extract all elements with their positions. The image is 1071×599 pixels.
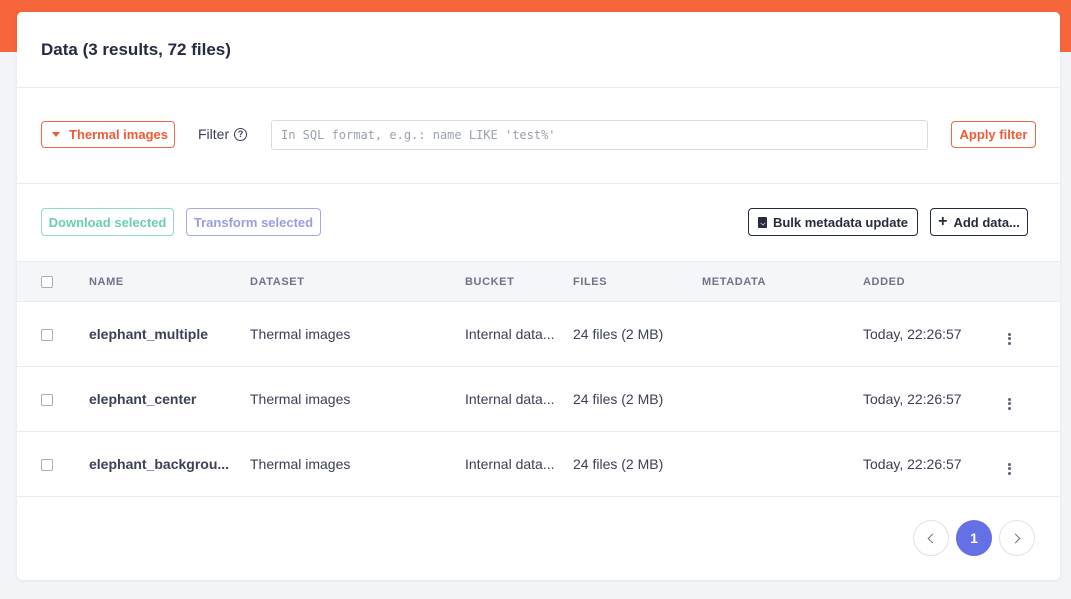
more-vertical-icon[interactable] bbox=[1002, 462, 1016, 476]
card-header: Data (3 results, 72 files) bbox=[17, 12, 1060, 88]
row-bucket: Internal data... bbox=[465, 456, 555, 472]
row-metadata bbox=[702, 432, 863, 497]
transform-selected-button[interactable]: Transform selected bbox=[186, 208, 321, 236]
row-dataset: Thermal images bbox=[250, 456, 351, 472]
row-added: Today, 22:26:57 bbox=[863, 326, 962, 342]
table-row[interactable]: elephant_backgrou... Thermal images Inte… bbox=[17, 432, 1060, 497]
table-row[interactable]: elephant_center Thermal images Internal … bbox=[17, 367, 1060, 432]
page-number-button[interactable]: 1 bbox=[956, 520, 992, 556]
row-checkbox[interactable] bbox=[41, 329, 53, 342]
column-header-name[interactable]: NAME bbox=[89, 262, 250, 302]
row-checkbox[interactable] bbox=[41, 394, 53, 407]
row-name[interactable]: elephant_center bbox=[89, 391, 234, 407]
actions-row: Download selected Transform selected Bul… bbox=[17, 184, 1060, 261]
download-selected-button[interactable]: Download selected bbox=[41, 208, 174, 236]
row-bucket: Internal data... bbox=[465, 326, 555, 342]
row-files: 24 files (2 MB) bbox=[573, 391, 664, 407]
row-checkbox[interactable] bbox=[41, 459, 53, 472]
next-page-button[interactable] bbox=[999, 520, 1035, 556]
chevron-left-icon bbox=[927, 533, 938, 543]
filter-label-text: Filter bbox=[198, 126, 230, 142]
data-table: NAME DATASET BUCKET FILES METADATA ADDED… bbox=[17, 261, 1060, 497]
column-header-metadata[interactable]: METADATA bbox=[702, 262, 863, 302]
table-row[interactable]: elephant_multiple Thermal images Interna… bbox=[17, 302, 1060, 367]
select-all-checkbox[interactable] bbox=[41, 275, 53, 288]
question-circle-icon[interactable]: ? bbox=[234, 127, 248, 141]
column-header-added[interactable]: ADDED bbox=[863, 262, 1002, 302]
more-vertical-icon[interactable] bbox=[1002, 332, 1016, 346]
row-metadata bbox=[702, 367, 863, 432]
dataset-dropdown-label: Thermal images bbox=[69, 127, 168, 142]
more-vertical-icon[interactable] bbox=[1002, 397, 1016, 411]
page-title: Data (3 results, 72 files) bbox=[41, 39, 231, 59]
table-header-row: NAME DATASET BUCKET FILES METADATA ADDED bbox=[17, 261, 1060, 302]
dataset-dropdown[interactable]: Thermal images bbox=[41, 121, 175, 148]
row-bucket: Internal data... bbox=[465, 391, 555, 407]
chevron-right-icon bbox=[1010, 533, 1021, 543]
filter-row: Thermal images Filter ? Apply filter bbox=[17, 88, 1060, 184]
column-header-dataset[interactable]: DATASET bbox=[250, 262, 465, 302]
row-name[interactable]: elephant_multiple bbox=[89, 326, 234, 342]
row-files: 24 files (2 MB) bbox=[573, 456, 664, 472]
add-data-button[interactable]: + Add data... bbox=[930, 208, 1028, 236]
filter-label: Filter ? bbox=[198, 126, 248, 142]
sql-filter-input[interactable] bbox=[271, 120, 928, 150]
previous-page-button[interactable] bbox=[913, 520, 949, 556]
row-added: Today, 22:26:57 bbox=[863, 391, 962, 407]
caret-down-icon bbox=[52, 132, 60, 137]
row-added: Today, 22:26:57 bbox=[863, 456, 962, 472]
row-metadata bbox=[702, 302, 863, 367]
data-card: Data (3 results, 72 files) Thermal image… bbox=[17, 12, 1060, 580]
apply-filter-button[interactable]: Apply filter bbox=[951, 121, 1036, 148]
row-files: 24 files (2 MB) bbox=[573, 326, 664, 342]
row-dataset: Thermal images bbox=[250, 391, 351, 407]
row-name[interactable]: elephant_backgrou... bbox=[89, 456, 234, 472]
bulk-metadata-update-label: Bulk metadata update bbox=[772, 214, 909, 230]
row-dataset: Thermal images bbox=[250, 326, 351, 342]
add-data-label: Add data... bbox=[953, 214, 1020, 230]
column-header-bucket[interactable]: BUCKET bbox=[465, 262, 573, 302]
bulk-metadata-update-button[interactable]: Bulk metadata update bbox=[748, 208, 918, 236]
file-excel-icon bbox=[757, 216, 767, 228]
column-header-files[interactable]: FILES bbox=[573, 262, 702, 302]
plus-icon: + bbox=[938, 213, 948, 230]
pagination: 1 bbox=[913, 520, 1035, 556]
